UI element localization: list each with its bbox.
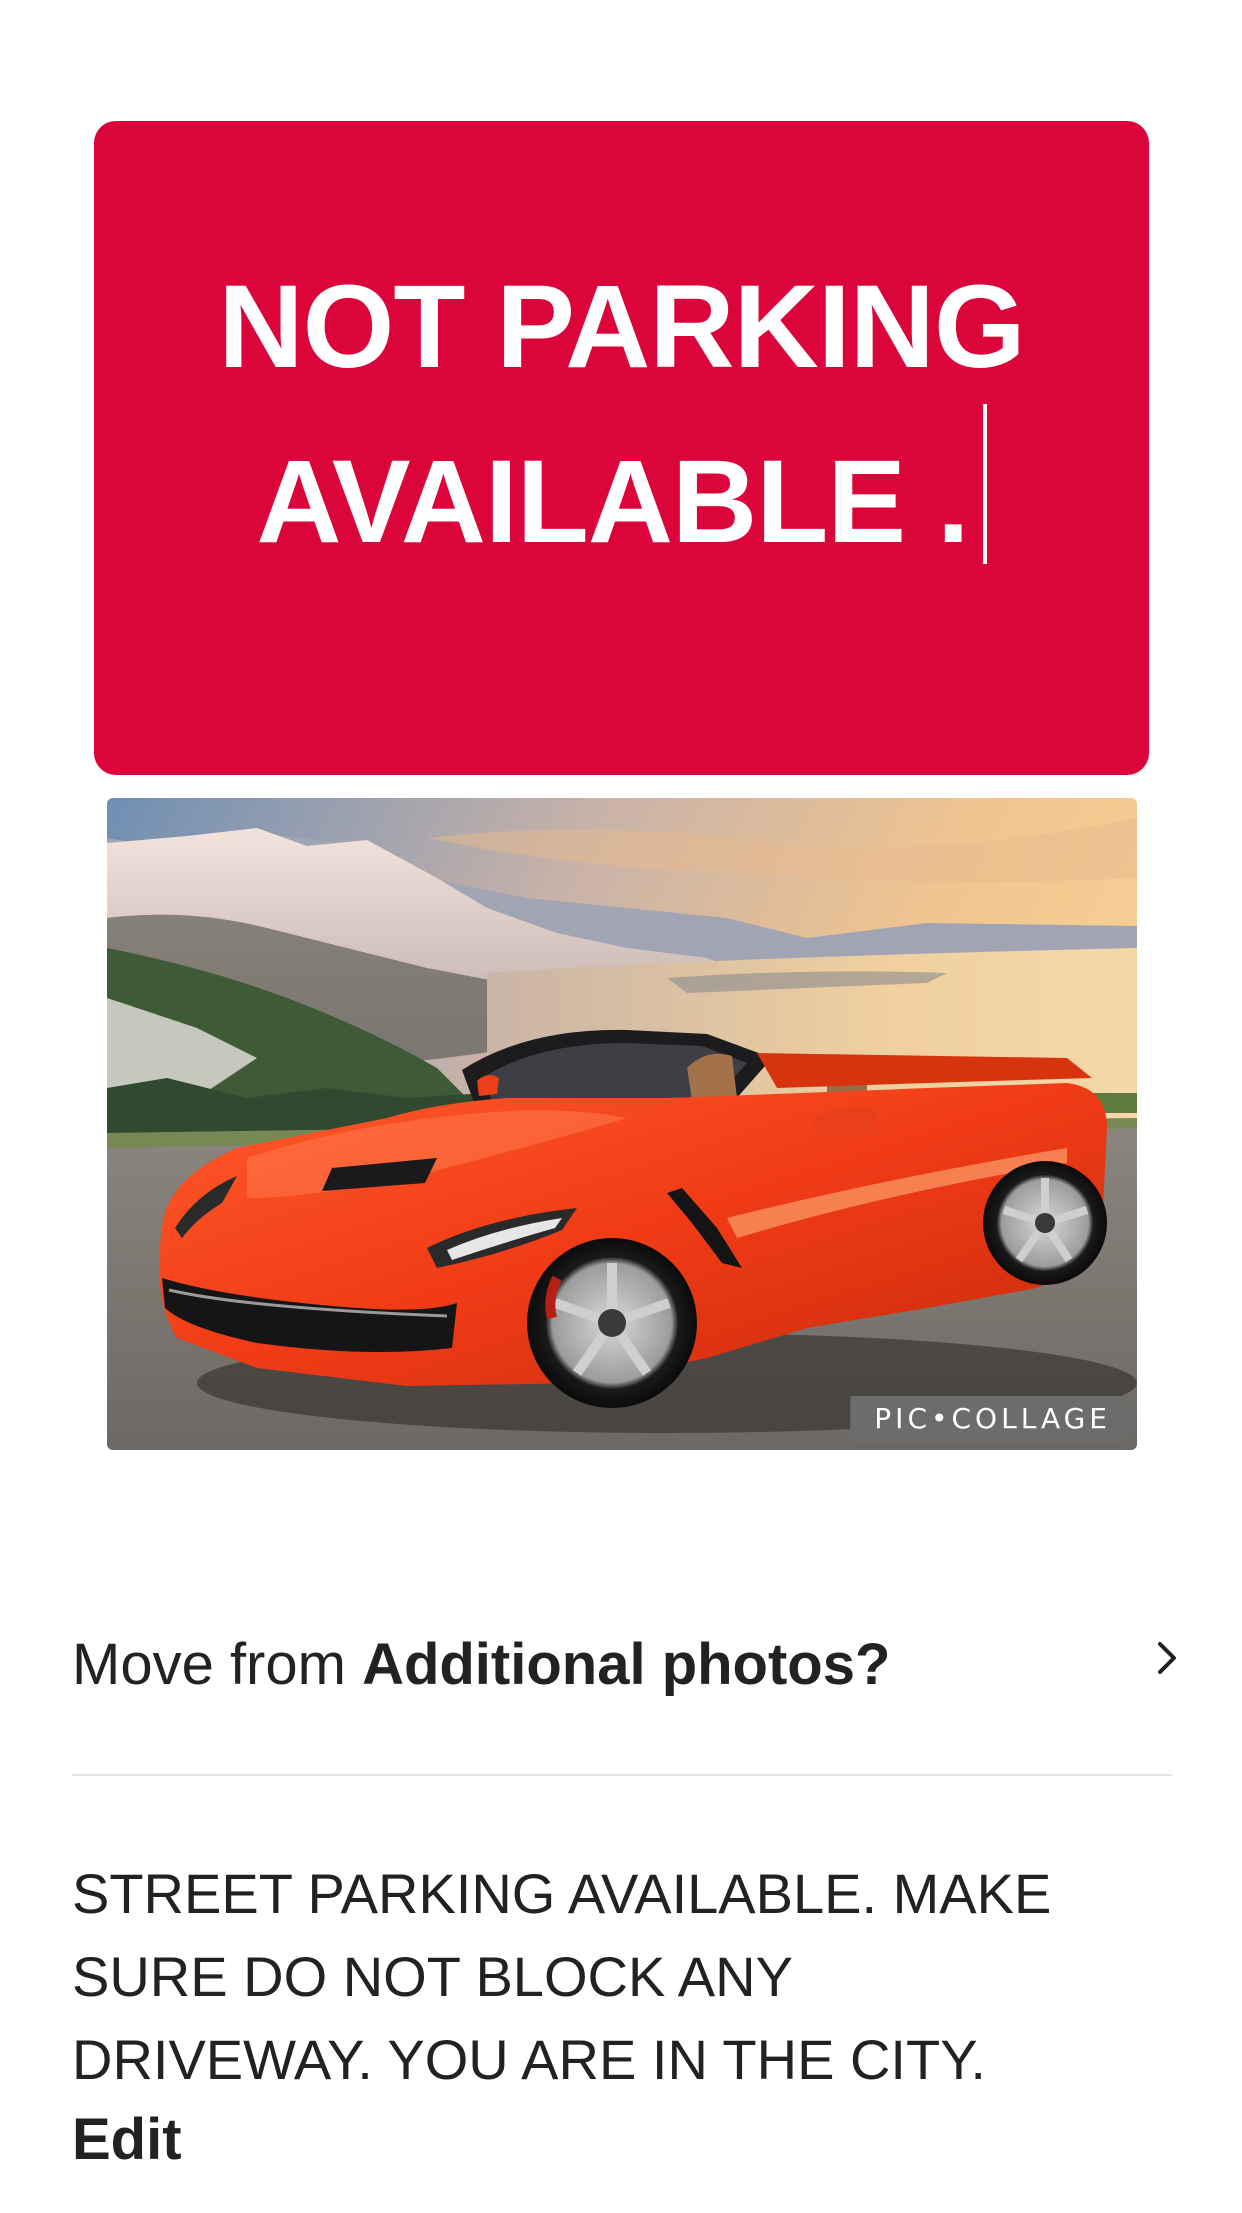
sign-line-2: AVAILABLE . (94, 404, 1149, 579)
move-row-bold: Additional photos? (362, 1632, 891, 1697)
edit-caption-link[interactable]: Edit (72, 2100, 182, 2180)
sign-line-1: NOT PARKING (218, 261, 1025, 393)
text-cursor (982, 404, 987, 564)
move-row-prefix: Move from (72, 1632, 363, 1697)
chevron-right-icon (1158, 1642, 1176, 1674)
divider (72, 1774, 1172, 1776)
pic-collage-watermark: PIC•COLLAGE (850, 1396, 1137, 1442)
car-photo[interactable]: PIC•COLLAGE (107, 798, 1137, 1450)
sign-text: NOT PARKING AVAILABLE . (94, 251, 1149, 579)
car-photo-illustration (107, 798, 1137, 1450)
move-from-additional-photos-row[interactable]: Move from Additional photos? (72, 1620, 1176, 1710)
move-row-label: Move from Additional photos? (72, 1620, 890, 1710)
photo-caption: STREET PARKING AVAILABLE. MAKE SURE DO N… (72, 1862, 1052, 2091)
sign-image-card[interactable]: NOT PARKING AVAILABLE . (94, 121, 1149, 775)
